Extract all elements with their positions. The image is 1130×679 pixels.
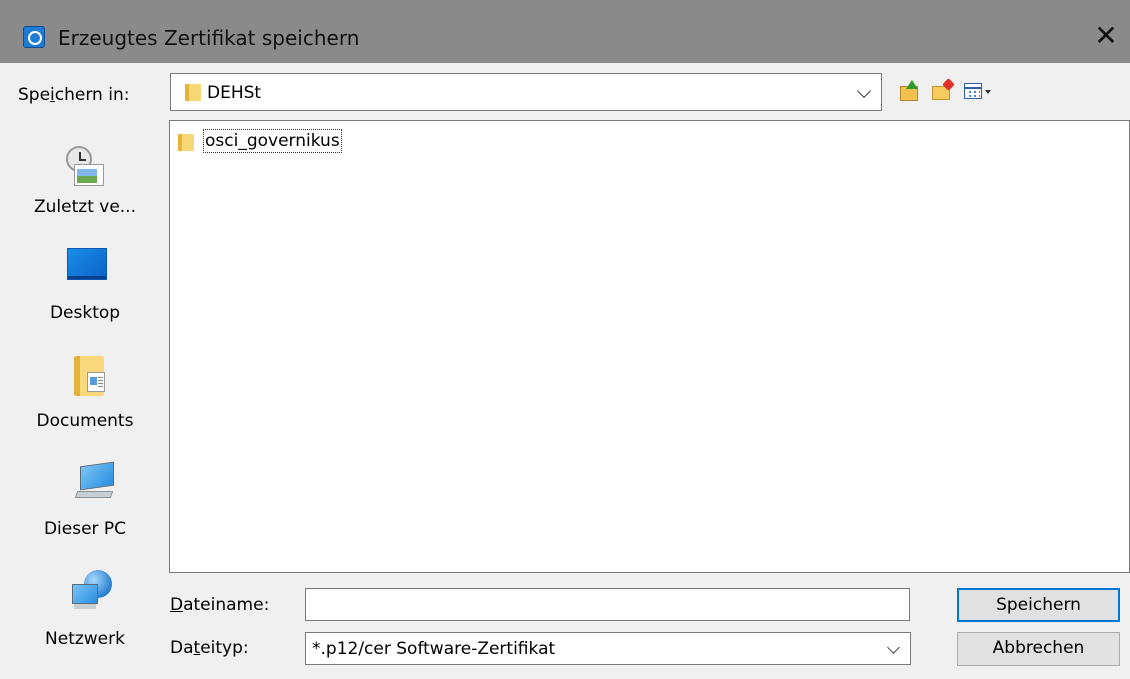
computer-icon [74,461,120,506]
place-label: Zuletzt ve... [34,197,136,217]
place-label: Netzwerk [45,629,125,649]
folder-icon [185,84,201,101]
recent-items-icon [66,146,106,188]
up-one-level-icon[interactable] [898,80,920,102]
view-menu-icon[interactable] [964,80,991,102]
desktop-icon [67,248,107,280]
place-recent[interactable]: Zuletzt ve... [16,118,154,226]
places-bar: Zuletzt ve... Desktop Documents Dieser P… [16,118,154,666]
cancel-button[interactable]: Abbrechen [957,632,1120,666]
file-name: osci_governikus [203,129,342,153]
place-label: Desktop [49,303,121,323]
title-bar[interactable]: Erzeugtes Zertifikat speichern ✕ [0,0,1130,63]
documents-folder-icon [74,356,108,396]
window-title: Erzeugtes Zertifikat speichern [58,26,360,50]
place-label: Documents [36,411,134,431]
network-icon [72,570,122,616]
place-desktop[interactable]: Desktop [16,226,154,334]
current-folder: DEHSt [207,83,262,103]
filename-field[interactable] [305,588,910,621]
place-this-pc[interactable]: Dieser PC [16,442,154,550]
filetype-label: Dateityp: [170,638,249,658]
file-list[interactable]: osci_governikus [169,120,1130,573]
filetype-value: *.p12/cer Software-Zertifikat [312,639,556,659]
lookin-combobox[interactable]: DEHSt [170,73,882,111]
filetype-combobox[interactable]: *.p12/cer Software-Zertifikat [305,632,911,665]
new-folder-icon[interactable] [931,78,955,102]
chevron-down-icon [887,641,900,654]
app-icon [23,26,45,48]
lookin-label: Speichern in: [18,85,130,105]
save-button[interactable]: Speichern [957,588,1120,622]
chevron-down-icon [856,83,872,99]
close-icon[interactable]: ✕ [1082,14,1130,58]
place-network[interactable]: Netzwerk [16,550,154,658]
save-dialog: Erzeugtes Zertifikat speichern ✕ Speiche… [0,0,1130,679]
place-label: Dieser PC [43,519,127,539]
filename-label: Dateiname: [170,595,270,615]
place-documents[interactable]: Documents [16,334,154,442]
folder-icon [178,134,194,151]
